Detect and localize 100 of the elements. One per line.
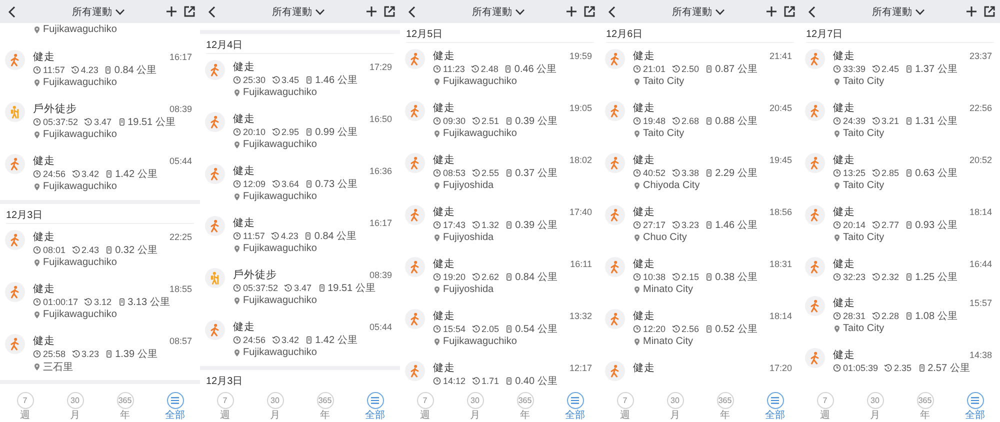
- walking-figure-icon: [205, 164, 225, 184]
- distance-text: 0.39 公里: [515, 114, 558, 128]
- period-tab[interactable]: 7 週: [800, 389, 850, 422]
- activity-title: 健走: [33, 154, 55, 168]
- sport-filter-dropdown[interactable]: 所有運動: [38, 4, 159, 18]
- distance-text: 0.46 公里: [514, 62, 557, 76]
- sport-filter-dropdown[interactable]: 所有運動: [838, 4, 959, 18]
- period-tab[interactable]: 365 年: [100, 389, 150, 422]
- period-tab[interactable]: 365 年: [900, 389, 950, 422]
- share-button[interactable]: [983, 4, 995, 18]
- period-tab[interactable]: 30 月: [50, 389, 100, 422]
- menu-icon: [971, 397, 979, 404]
- location-text: Fujikawaguchiko: [443, 76, 517, 87]
- activity-time: 15:57: [969, 298, 992, 308]
- duration-text: 15:54: [443, 324, 466, 334]
- location-text: Minato City: [643, 336, 694, 347]
- location-pin-icon: [433, 286, 441, 294]
- add-button[interactable]: [965, 4, 977, 18]
- period-tab[interactable]: 全部: [350, 389, 400, 422]
- clock-icon: [433, 116, 441, 124]
- chevron-down-icon: [115, 8, 125, 14]
- pace-text: 3.42: [282, 334, 300, 344]
- back-button[interactable]: [6, 4, 18, 18]
- pace-text: 2.77: [882, 220, 900, 230]
- location-pin-icon: [33, 26, 41, 34]
- pace-text: 3.47: [94, 116, 112, 126]
- pace-text: 4.23: [80, 64, 98, 74]
- period-tab[interactable]: 全部: [150, 389, 200, 422]
- clock-icon: [233, 336, 241, 344]
- sport-filter-dropdown[interactable]: 所有運動: [638, 4, 759, 18]
- clock-icon: [633, 64, 641, 72]
- sport-filter-dropdown[interactable]: 所有運動: [238, 4, 359, 18]
- activity-title: 健走: [633, 48, 655, 62]
- clock-icon: [833, 272, 841, 280]
- pace-icon: [284, 284, 292, 292]
- location-text: Fujiyoshida: [443, 180, 494, 191]
- period-tab[interactable]: 30 月: [450, 389, 500, 422]
- date-heading: 12月7日: [806, 29, 843, 41]
- period-tab[interactable]: 7 週: [0, 389, 50, 422]
- add-button[interactable]: [365, 4, 377, 18]
- activity-time: 16:11: [570, 258, 592, 268]
- add-button[interactable]: [165, 4, 177, 18]
- period-tab[interactable]: 全部: [550, 389, 600, 422]
- add-button[interactable]: [565, 4, 577, 18]
- walking-figure-icon: [605, 257, 625, 277]
- duration-text: 10:38: [643, 272, 666, 282]
- date-heading: 12月5日: [406, 29, 443, 41]
- date-heading: 12月3日: [6, 210, 43, 222]
- location-pin-icon: [633, 130, 641, 138]
- period-tab[interactable]: 30 月: [850, 389, 900, 422]
- period-tab[interactable]: 7 週: [200, 389, 250, 422]
- location-pin-icon: [633, 234, 641, 242]
- period-tab[interactable]: 30 月: [250, 389, 300, 422]
- activity-title: 健走: [433, 100, 455, 114]
- activity-title: 健走: [233, 112, 255, 126]
- pace-text: 2.95: [282, 126, 300, 136]
- back-button[interactable]: [406, 4, 418, 18]
- sport-filter-dropdown[interactable]: 所有運動: [438, 4, 559, 18]
- period-tab[interactable]: 7 週: [600, 389, 650, 422]
- period-tab[interactable]: 365 年: [700, 389, 750, 422]
- duration-text: 19:20: [443, 272, 466, 282]
- location-text: Fujikawaguchiko: [43, 181, 117, 192]
- walking-figure-icon: [605, 153, 625, 173]
- clock-icon: [833, 168, 841, 176]
- clock-icon: [433, 376, 441, 384]
- distance-icon: [104, 66, 112, 74]
- duration-text: 12:09: [243, 178, 266, 188]
- date-heading: 12月4日: [206, 40, 243, 52]
- activity-title: 健走: [33, 334, 55, 348]
- share-button[interactable]: [383, 4, 395, 18]
- pace-text: 3.38: [682, 168, 700, 178]
- period-tab[interactable]: 全部: [950, 389, 1000, 422]
- period-tab[interactable]: 365 年: [300, 389, 350, 422]
- back-button[interactable]: [806, 4, 818, 18]
- location-text: Fujikawaguchiko: [43, 129, 117, 140]
- period-tab[interactable]: 30 月: [650, 389, 700, 422]
- clock-icon: [633, 220, 641, 228]
- add-button[interactable]: [765, 4, 777, 18]
- location-text: Chuo City: [643, 232, 687, 243]
- location-pin-icon: [233, 88, 241, 96]
- location-text: Taito City: [843, 323, 884, 334]
- location-pin-icon: [33, 130, 41, 138]
- period-tab[interactable]: 全部: [750, 389, 800, 422]
- share-button[interactable]: [583, 4, 595, 18]
- distance-text: 0.37 公里: [515, 166, 558, 180]
- period-tab[interactable]: 7 週: [400, 389, 450, 422]
- walking-figure-icon: [605, 309, 625, 329]
- walking-figure-icon: [5, 50, 25, 70]
- date-heading: 12月3日: [206, 376, 243, 388]
- activity-time: 18:55: [169, 284, 192, 294]
- walking-figure-icon: [205, 112, 225, 132]
- walking-figure-icon: [205, 320, 225, 340]
- walking-figure-icon: [805, 205, 825, 225]
- period-tab[interactable]: 365 年: [500, 389, 550, 422]
- back-button[interactable]: [606, 4, 618, 18]
- share-button[interactable]: [183, 4, 195, 18]
- pace-icon: [72, 246, 80, 254]
- back-button[interactable]: [206, 4, 218, 18]
- share-button[interactable]: [783, 4, 795, 18]
- clock-icon: [233, 232, 241, 240]
